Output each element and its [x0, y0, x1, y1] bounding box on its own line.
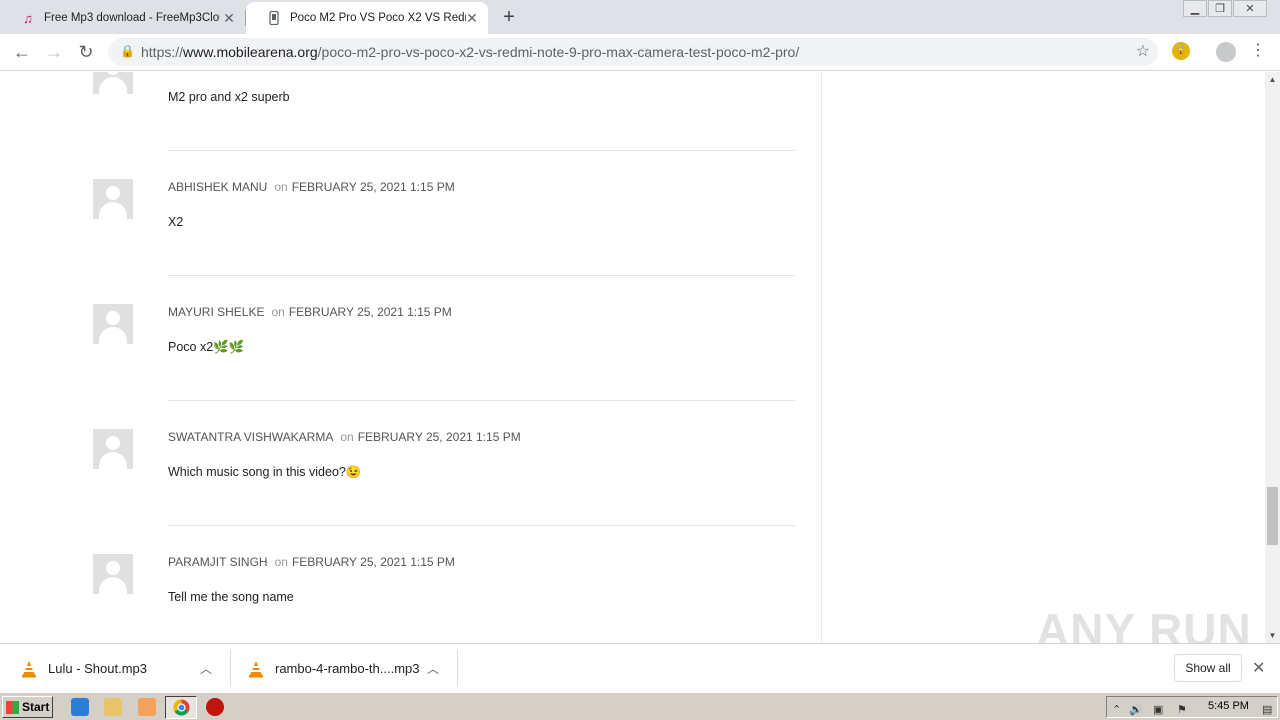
vlc-cone-icon [247, 660, 265, 678]
comment-author[interactable]: ABHISHEK MANU [168, 180, 267, 194]
downloads-bar: Lulu - Shout.mp3 ︿ rambo-4-rambo-th....m… [0, 643, 1280, 692]
page-content: M2 pro and x2 superb ABHISHEK MANU on FEBR… [0, 72, 1265, 643]
comment-date[interactable]: FEBRUARY 25, 2021 1:15 PM [289, 305, 452, 319]
show-desktop-icon[interactable]: ▤ [1262, 703, 1272, 716]
warning-app-icon[interactable] [206, 698, 224, 716]
avatar [93, 179, 133, 219]
kebab-menu-icon[interactable]: ⋮ [1250, 40, 1266, 62]
chrome-taskbar-button[interactable] [165, 696, 197, 719]
download-separator [457, 650, 458, 687]
avatar [93, 429, 133, 469]
comment-author[interactable]: PARAMJIT SINGH [168, 555, 268, 569]
comment-divider [168, 400, 795, 401]
avatar [93, 72, 133, 94]
phone-icon [266, 10, 282, 26]
chevron-up-icon[interactable]: ︿ [427, 660, 439, 677]
comment-divider [168, 275, 795, 276]
show-all-downloads-button[interactable]: Show all [1174, 654, 1242, 682]
comment-divider [168, 525, 795, 526]
chevron-up-icon[interactable]: ︿ [200, 660, 212, 677]
system-tray: ⌃ 🔊 ▣ ⚑ ▤ [1106, 696, 1278, 718]
tab-mobilearena[interactable]: Poco M2 Pro VS Poco X2 VS Redmi N ✕ [246, 2, 488, 34]
extension-lock-icon[interactable]: 🔒 [1172, 42, 1190, 60]
comment-divider [168, 150, 795, 151]
address-bar[interactable]: 🔒 https://www.mobilearena.org/poco-m2-pr… [108, 38, 1158, 66]
back-arrow-icon[interactable]: ← [10, 40, 34, 64]
network-icon[interactable]: ▣ [1153, 703, 1163, 716]
profile-avatar-icon[interactable] [1216, 42, 1236, 62]
download-item[interactable]: rambo-4-rambo-th....mp3 ︿ [247, 650, 447, 687]
tab-strip: ♫ Free Mp3 download - FreeMp3Cloud ✕ Poc… [0, 0, 1280, 34]
comment-meta: PARAMJIT SINGH on FEBRUARY 25, 2021 1:15 P… [168, 555, 455, 569]
tray-expand-icon[interactable]: ⌃ [1112, 703, 1121, 716]
scroll-up-arrow-icon[interactable]: ▲ [1265, 72, 1280, 87]
comment-text: Poco x2🌿🌿 [168, 340, 245, 354]
start-button[interactable]: Start [2, 696, 53, 718]
windows-logo-icon [6, 701, 19, 714]
comment-author[interactable]: SWATANTRA VISHWAKARMA [168, 430, 333, 444]
minimize-icon[interactable]: ▁ [1183, 0, 1207, 17]
comment-meta: ABHISHEK MANU on FEBRUARY 25, 2021 1:15 PM [168, 180, 455, 194]
scroll-down-arrow-icon[interactable]: ▼ [1265, 628, 1280, 643]
internet-explorer-icon[interactable] [71, 698, 89, 716]
sidebar-divider [821, 72, 822, 643]
scrollbar-thumb[interactable] [1267, 487, 1278, 545]
vlc-cone-icon [20, 660, 38, 678]
window-controls: ▁ ❐ ✕ [1182, 0, 1267, 18]
tab-freemp3cloud[interactable]: ♫ Free Mp3 download - FreeMp3Cloud ✕ [0, 2, 245, 34]
restore-icon[interactable]: ❐ [1208, 0, 1232, 17]
comment-date[interactable]: FEBRUARY 25, 2021 1:15 PM [358, 430, 521, 444]
comment-text: Which music song in this video?😉 [168, 465, 362, 479]
comment-text: Tell me the song name [168, 590, 294, 604]
music-note-icon: ♫ [23, 10, 33, 26]
taskbar-clock[interactable]: 5:45 PM [1208, 700, 1249, 712]
comment-text: M2 pro and x2 superb [168, 90, 290, 104]
avatar [93, 554, 133, 594]
flag-icon[interactable]: ⚑ [1177, 703, 1187, 716]
comment-meta: MAYURI SHELKE on FEBRUARY 25, 2021 1:15 PM [168, 305, 452, 319]
download-filename: Lulu - Shout.mp3 [48, 661, 148, 676]
media-player-icon[interactable] [138, 698, 156, 716]
close-tab-icon[interactable]: ✕ [221, 10, 237, 26]
folder-icon[interactable] [104, 698, 122, 716]
bookmark-star-icon[interactable]: ☆ [1136, 41, 1150, 61]
volume-icon[interactable]: 🔊 [1129, 703, 1143, 716]
close-downloads-icon[interactable]: ✕ [1252, 658, 1265, 678]
reload-icon[interactable]: ↻ [74, 40, 98, 64]
chrome-icon [173, 699, 190, 716]
windows-taskbar: Start ⌃ 🔊 ▣ ⚑ ▤ 5:45 PM [0, 692, 1280, 720]
browser-toolbar: ← → ↻ 🔒 https://www.mobilearena.org/poco… [0, 34, 1280, 71]
address-url[interactable]: https://www.mobilearena.org/poco-m2-pro-… [141, 44, 799, 60]
comment-date[interactable]: FEBRUARY 25, 2021 1:15 PM [292, 555, 455, 569]
tab-title: Poco M2 Pro VS Poco X2 VS Redmi N [290, 12, 466, 24]
new-tab-button[interactable]: + [498, 6, 520, 28]
comment-text: X2 [168, 215, 184, 229]
page-scrollbar[interactable]: ▲ ▼ [1265, 72, 1280, 643]
close-tab-icon[interactable]: ✕ [464, 10, 480, 26]
forward-arrow-icon[interactable]: → [42, 40, 66, 64]
avatar [93, 304, 133, 344]
tab-title: Free Mp3 download - FreeMp3Cloud [44, 12, 220, 24]
close-window-icon[interactable]: ✕ [1233, 0, 1267, 17]
comment-meta: SWATANTRA VISHWAKARMA on FEBRUARY 25, 2021… [168, 430, 521, 444]
lock-icon: 🔒 [120, 44, 135, 58]
download-separator [230, 650, 231, 687]
download-item[interactable]: Lulu - Shout.mp3 ︿ [20, 650, 220, 687]
comment-author[interactable]: MAYURI SHELKE [168, 305, 264, 319]
download-filename: rambo-4-rambo-th....mp3 [275, 661, 420, 676]
comment-date[interactable]: FEBRUARY 25, 2021 1:15 PM [292, 180, 455, 194]
